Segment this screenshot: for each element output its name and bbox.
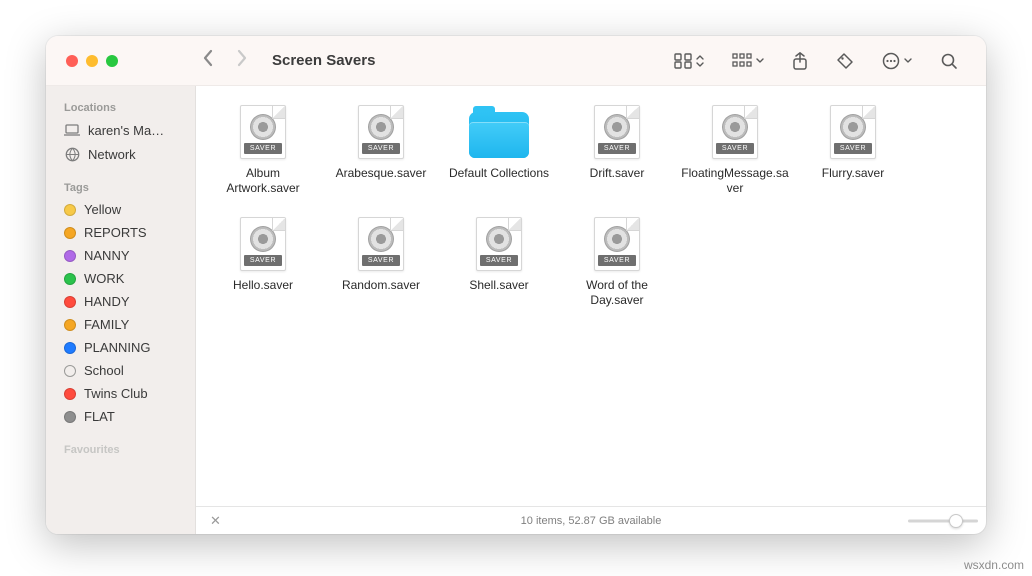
tag-dot-icon — [64, 342, 76, 354]
file-item[interactable]: SAVER FloatingMessage.saver — [678, 104, 792, 208]
sidebar-item-label: Twins Club — [84, 386, 148, 401]
saver-file-icon: SAVER — [705, 104, 765, 160]
window-title: Screen Savers — [272, 52, 375, 69]
file-item-label: Random.saver — [342, 278, 420, 293]
file-item-label: Drift.saver — [590, 166, 645, 181]
sidebar-item-label: WORK — [84, 271, 124, 286]
content-area: SAVER Album Artwork.saver SAVER Arabesque.s… — [196, 86, 986, 534]
sidebar-location-item[interactable]: karen's Ma… — [46, 118, 195, 142]
fullscreen-window-button[interactable] — [106, 55, 118, 67]
file-item-label: Album Artwork.saver — [208, 166, 318, 196]
file-item-label: Flurry.saver — [822, 166, 884, 181]
saver-file-icon: SAVER — [587, 104, 647, 160]
sidebar-tag-item[interactable]: School — [46, 359, 195, 382]
sidebar-item-label: karen's Ma… — [88, 123, 164, 138]
sidebar-item-label: School — [84, 363, 124, 378]
file-item[interactable]: SAVER Flurry.saver — [796, 104, 910, 208]
globe-icon — [64, 146, 80, 162]
saver-file-icon: SAVER — [469, 216, 529, 272]
path-bar-close-button[interactable]: ✕ — [204, 513, 227, 529]
forward-button[interactable] — [236, 49, 248, 73]
status-text: 10 items, 52.87 GB available — [521, 515, 662, 527]
laptop-icon — [64, 122, 80, 138]
titlebar: Screen Savers — [46, 36, 986, 86]
file-item[interactable]: Default Collections — [442, 104, 556, 208]
file-item[interactable]: SAVER Album Artwork.saver — [206, 104, 320, 208]
sidebar-item-label: HANDY — [84, 294, 130, 309]
saver-file-icon: SAVER — [233, 216, 293, 272]
tag-dot-icon — [64, 273, 76, 285]
status-bar: ✕ 10 items, 52.87 GB available — [196, 506, 986, 534]
sidebar-tag-item[interactable]: FAMILY — [46, 313, 195, 336]
sidebar-item-label: PLANNING — [84, 340, 150, 355]
sidebar-header-favourites: Favourites — [46, 438, 195, 460]
file-item-label: FloatingMessage.saver — [680, 166, 790, 196]
file-item[interactable]: SAVER Word of the Day.saver — [560, 216, 674, 320]
traffic-lights — [46, 55, 196, 67]
file-item[interactable]: SAVER Random.saver — [324, 216, 438, 320]
back-button[interactable] — [202, 49, 214, 73]
sidebar-tag-item[interactable]: FLAT — [46, 405, 195, 428]
actions-button[interactable] — [882, 52, 912, 70]
sidebar: Locations karen's Ma… Network Tags Yellow… — [46, 86, 196, 534]
sidebar-item-label: NANNY — [84, 248, 130, 263]
chevron-down-icon — [904, 58, 912, 64]
tag-circle-icon — [64, 365, 76, 377]
tag-dot-icon — [64, 227, 76, 239]
sidebar-location-item[interactable]: Network — [46, 142, 195, 166]
saver-file-icon: SAVER — [351, 104, 411, 160]
group-by-button[interactable] — [732, 53, 764, 69]
chevron-updown-icon — [696, 55, 704, 67]
file-item-label: Arabesque.saver — [336, 166, 427, 181]
icon-grid[interactable]: SAVER Album Artwork.saver SAVER Arabesque.s… — [196, 86, 986, 506]
search-button[interactable] — [940, 52, 958, 70]
sidebar-tag-item[interactable]: WORK — [46, 267, 195, 290]
sidebar-item-label: FAMILY — [84, 317, 129, 332]
file-item-label: Hello.saver — [233, 278, 293, 293]
nav-arrows — [196, 49, 258, 73]
view-mode-button[interactable] — [674, 53, 704, 69]
tag-dot-icon — [64, 319, 76, 331]
sidebar-header-locations: Locations — [46, 96, 195, 118]
watermark: wsxdn.com — [964, 558, 1024, 572]
window-body: Locations karen's Ma… Network Tags Yellow… — [46, 86, 986, 534]
sidebar-tag-item[interactable]: REPORTS — [46, 221, 195, 244]
sidebar-tag-item[interactable]: HANDY — [46, 290, 195, 313]
folder-icon — [469, 104, 529, 160]
sidebar-tag-item[interactable]: PLANNING — [46, 336, 195, 359]
sidebar-header-tags: Tags — [46, 176, 195, 198]
toolbar-right — [674, 52, 986, 70]
file-item[interactable]: SAVER Drift.saver — [560, 104, 674, 208]
sidebar-item-label: Yellow — [84, 202, 121, 217]
tag-dot-icon — [64, 388, 76, 400]
chevron-down-icon — [756, 58, 764, 64]
saver-file-icon: SAVER — [351, 216, 411, 272]
file-item-label: Word of the Day.saver — [562, 278, 672, 308]
sidebar-tag-item[interactable]: Yellow — [46, 198, 195, 221]
saver-file-icon: SAVER — [587, 216, 647, 272]
tag-dot-icon — [64, 411, 76, 423]
icon-size-slider[interactable] — [908, 514, 978, 528]
sidebar-tag-item[interactable]: NANNY — [46, 244, 195, 267]
saver-file-icon: SAVER — [823, 104, 883, 160]
finder-window: Screen Savers — [46, 36, 986, 534]
tags-button[interactable] — [836, 52, 854, 70]
sidebar-item-label: Network — [88, 147, 136, 162]
file-item[interactable]: SAVER Shell.saver — [442, 216, 556, 320]
tag-dot-icon — [64, 204, 76, 216]
close-window-button[interactable] — [66, 55, 78, 67]
sidebar-tag-item[interactable]: Twins Club — [46, 382, 195, 405]
sidebar-item-label: FLAT — [84, 409, 115, 424]
sidebar-item-label: REPORTS — [84, 225, 147, 240]
file-item[interactable]: SAVER Hello.saver — [206, 216, 320, 320]
saver-file-icon: SAVER — [233, 104, 293, 160]
file-item[interactable]: SAVER Arabesque.saver — [324, 104, 438, 208]
file-item-label: Shell.saver — [469, 278, 528, 293]
file-item-label: Default Collections — [449, 166, 549, 181]
share-button[interactable] — [792, 52, 808, 70]
minimize-window-button[interactable] — [86, 55, 98, 67]
tag-dot-icon — [64, 296, 76, 308]
tag-dot-icon — [64, 250, 76, 262]
